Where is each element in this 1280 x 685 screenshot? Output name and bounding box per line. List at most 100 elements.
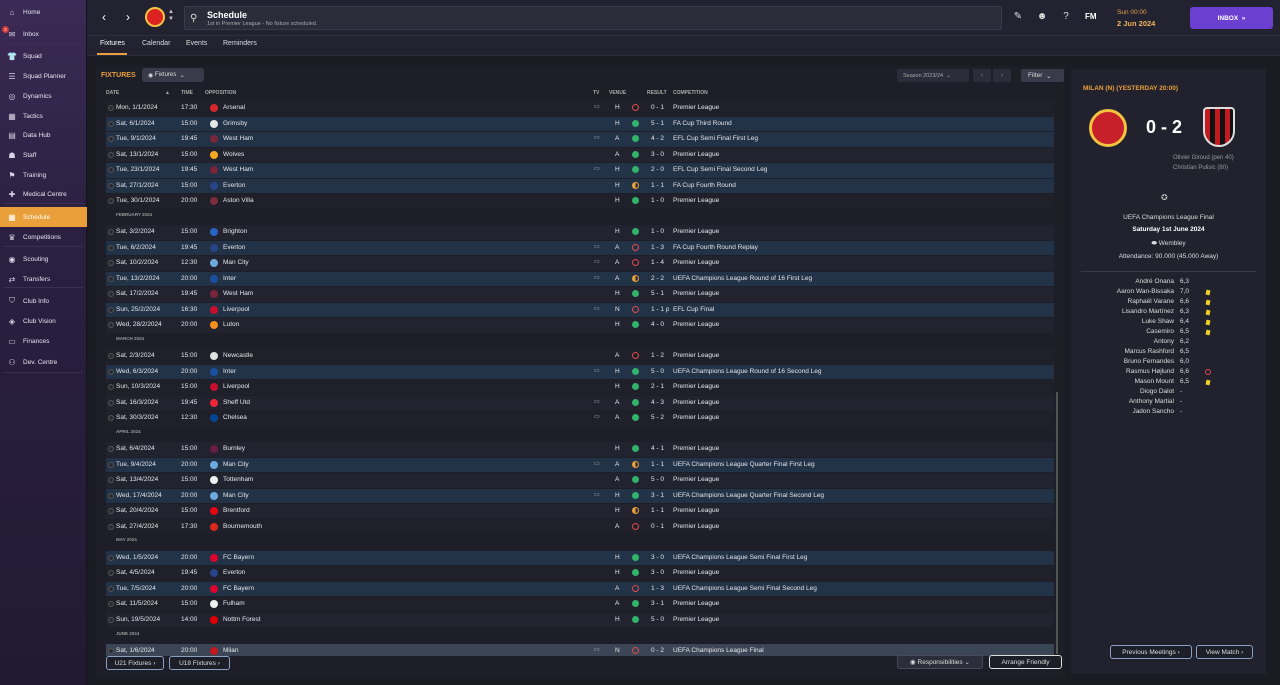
opposition-name[interactable]: FC Bayern: [223, 585, 254, 592]
table-row[interactable]: Sat, 13/1/2024 15:00 Wolves A 3 - 0 Premier L…: [106, 147, 1054, 162]
row-select-radio[interactable]: [108, 616, 114, 623]
fixture-result[interactable]: 1 - 1 p: [651, 306, 669, 313]
opposition-name[interactable]: Milan: [223, 647, 239, 654]
sidebar-item-inbox[interactable]: ✉ Inbox 2: [0, 24, 87, 44]
opposition-name[interactable]: West Ham: [223, 135, 253, 142]
row-select-radio[interactable]: [108, 322, 114, 328]
table-row[interactable]: Sat, 6/4/2024 15:00 Burnley H 4 - 1 Premier L…: [106, 442, 1054, 457]
inbox-continue-button[interactable]: INBOX »: [1190, 7, 1273, 29]
sidebar-item-dynamics[interactable]: ◎ Dynamics: [0, 86, 87, 106]
previous-meetings-button[interactable]: Previous Meetings ›: [1110, 645, 1192, 659]
table-row[interactable]: Wed, 6/3/2024 20:00 Inter ▭ H 5 - 0 UEFA Champ…: [106, 364, 1054, 379]
opposition-name[interactable]: Luton: [223, 321, 239, 328]
table-row[interactable]: Tue, 13/2/2024 20:00 Inter ▭ A 2 - 2 UEFA Cham…: [106, 271, 1054, 286]
previous-page-button[interactable]: ‹: [973, 69, 991, 82]
opposition-name[interactable]: Aston Villa: [223, 197, 254, 204]
table-row[interactable]: Sun, 19/5/2024 14:00 Nottm Forest H 5 - 0 Pre…: [106, 612, 1054, 627]
row-select-radio[interactable]: [108, 554, 114, 561]
fixtures-scrollbar[interactable]: [1056, 392, 1058, 654]
club-crest[interactable]: [145, 7, 165, 27]
fixture-result[interactable]: 3 - 1: [651, 600, 664, 607]
lineup-player-name[interactable]: Bruno Fernandes: [1124, 358, 1174, 365]
row-select-radio[interactable]: [108, 275, 114, 282]
fixture-competition[interactable]: Premier League: [673, 445, 719, 452]
row-select-radio[interactable]: [108, 167, 114, 173]
season-select[interactable]: Season 2023/24 ⌄: [897, 69, 969, 82]
fixture-competition[interactable]: Premier League: [673, 197, 719, 204]
fixture-result[interactable]: 4 - 1: [651, 445, 664, 452]
lineup-player-name[interactable]: Rasmus Højlund: [1126, 368, 1174, 375]
home-team-crest[interactable]: [1089, 109, 1127, 147]
opposition-name[interactable]: Brighton: [223, 228, 247, 235]
table-row[interactable]: Tue, 6/2/2024 19:45 Everton ▭ A 1 - 3 FA Cup F…: [106, 240, 1054, 255]
table-row[interactable]: Sat, 10/2/2024 12:30 Man City ▭ A 1 - 4 Premie…: [106, 256, 1054, 271]
fixture-result[interactable]: 5 - 0: [651, 616, 664, 623]
opposition-name[interactable]: Fulham: [223, 600, 245, 607]
fixture-result[interactable]: 4 - 3: [651, 399, 664, 406]
row-select-radio[interactable]: [108, 198, 114, 204]
fixture-competition[interactable]: Premier League: [673, 507, 719, 514]
fixture-competition[interactable]: FA Cup Fourth Round Replay: [673, 244, 758, 251]
tab-fixtures[interactable]: Fixtures: [100, 40, 125, 47]
table-row[interactable]: Tue, 23/1/2024 19:45 West Ham ▭ H 2 - 0 EFL Cu…: [106, 163, 1054, 178]
sidebar-item-tactics[interactable]: ▦ Tactics: [0, 106, 87, 126]
row-select-radio[interactable]: [108, 508, 114, 514]
opposition-name[interactable]: Brentford: [223, 507, 250, 514]
opposition-name[interactable]: Inter: [223, 368, 236, 375]
sidebar-item-scouting[interactable]: ◉ Scouting: [0, 249, 87, 269]
fixture-competition[interactable]: Premier League: [673, 383, 719, 390]
forward-button[interactable]: ›: [119, 8, 137, 26]
sidebar-item-dev-centre[interactable]: ⚇ Dev. Centre: [0, 352, 87, 372]
fixture-competition[interactable]: Premier League: [673, 476, 719, 483]
fixture-competition[interactable]: UEFA Champions League Quarter Final Seco…: [673, 492, 824, 499]
lineup-player-name[interactable]: André Onana: [1135, 278, 1174, 285]
opposition-name[interactable]: FC Bayern: [223, 554, 254, 561]
fixture-result[interactable]: 0 - 1: [651, 523, 664, 530]
sidebar-item-data-hub[interactable]: ▤ Data Hub: [0, 125, 87, 145]
fixture-competition[interactable]: Premier League: [673, 290, 719, 297]
fixture-result[interactable]: 1 - 1: [651, 461, 664, 468]
fixture-result[interactable]: 5 - 0: [651, 476, 664, 483]
lineup-player-name[interactable]: Marcus Rashford: [1125, 348, 1175, 355]
lineup-player-name[interactable]: Anthony Martial: [1129, 398, 1174, 405]
sidebar-item-transfers[interactable]: ⇄ Transfers: [0, 269, 87, 289]
table-row[interactable]: Sat, 20/4/2024 15:00 Brentford H 1 - 1 Premie…: [106, 504, 1054, 519]
fixture-result[interactable]: 4 - 0: [651, 321, 664, 328]
opposition-name[interactable]: Tottenham: [223, 476, 253, 483]
opposition-name[interactable]: Grimsby: [223, 120, 247, 127]
lineup-player-name[interactable]: Luke Shaw: [1142, 318, 1174, 325]
lineup-player-name[interactable]: Antony: [1154, 338, 1174, 345]
opposition-name[interactable]: Liverpool: [223, 383, 249, 390]
help-icon[interactable]: ?: [1059, 11, 1073, 25]
fm-logo[interactable]: FM: [1085, 12, 1097, 21]
tab-calendar[interactable]: Calendar: [142, 40, 170, 47]
fixture-result[interactable]: 2 - 1: [651, 383, 664, 390]
sidebar-item-finances[interactable]: ▭ Finances: [0, 331, 87, 351]
table-row[interactable]: Sat, 13/4/2024 15:00 Tottenham A 5 - 0 Premie…: [106, 473, 1054, 488]
table-row[interactable]: Sat, 27/4/2024 17:30 Bournemouth A 0 - 1 Prem…: [106, 519, 1054, 534]
row-select-radio[interactable]: [108, 399, 114, 406]
venue-name[interactable]: Wembley: [1159, 240, 1186, 247]
opposition-name[interactable]: Newcastle: [223, 352, 253, 359]
fixture-competition[interactable]: Premier League: [673, 321, 719, 328]
table-row[interactable]: Tue, 30/1/2024 20:00 Aston Villa H 1 - 0 Prem…: [106, 194, 1054, 209]
fixture-result[interactable]: 1 - 2: [651, 352, 664, 359]
manager-icon[interactable]: ☻: [1035, 11, 1049, 25]
opposition-name[interactable]: Wolves: [223, 151, 244, 158]
table-row[interactable]: Sat, 11/5/2024 15:00 Fulham A 3 - 1 Premier L…: [106, 597, 1054, 612]
fixture-competition[interactable]: UEFA Champions League Round of 16 Second…: [673, 368, 822, 375]
opposition-name[interactable]: West Ham: [223, 290, 253, 297]
table-row[interactable]: Wed, 1/5/2024 20:00 FC Bayern H 3 - 0 UEFA Ch…: [106, 550, 1054, 565]
lineup-player-name[interactable]: Raphaël Varane: [1128, 298, 1175, 305]
sidebar-item-staff[interactable]: ☗ Staff: [0, 145, 87, 165]
table-row[interactable]: Sat, 6/1/2024 15:00 Grimsby H 5 - 1 FA Cup Th…: [106, 116, 1054, 131]
row-select-radio[interactable]: [108, 105, 114, 111]
next-page-button[interactable]: ›: [993, 69, 1011, 82]
fixture-competition[interactable]: Premier League: [673, 228, 719, 235]
scorer[interactable]: Olivier Giroud (pen 40): [1173, 155, 1234, 161]
fixtures-view-dropdown[interactable]: ◉ Fixtures ⌄: [142, 68, 204, 82]
row-select-radio[interactable]: [108, 182, 114, 189]
opposition-name[interactable]: Inter: [223, 275, 236, 282]
u18-fixtures-button[interactable]: U18 Fixtures ›: [169, 656, 230, 670]
col-date[interactable]: DATE: [106, 90, 119, 96]
